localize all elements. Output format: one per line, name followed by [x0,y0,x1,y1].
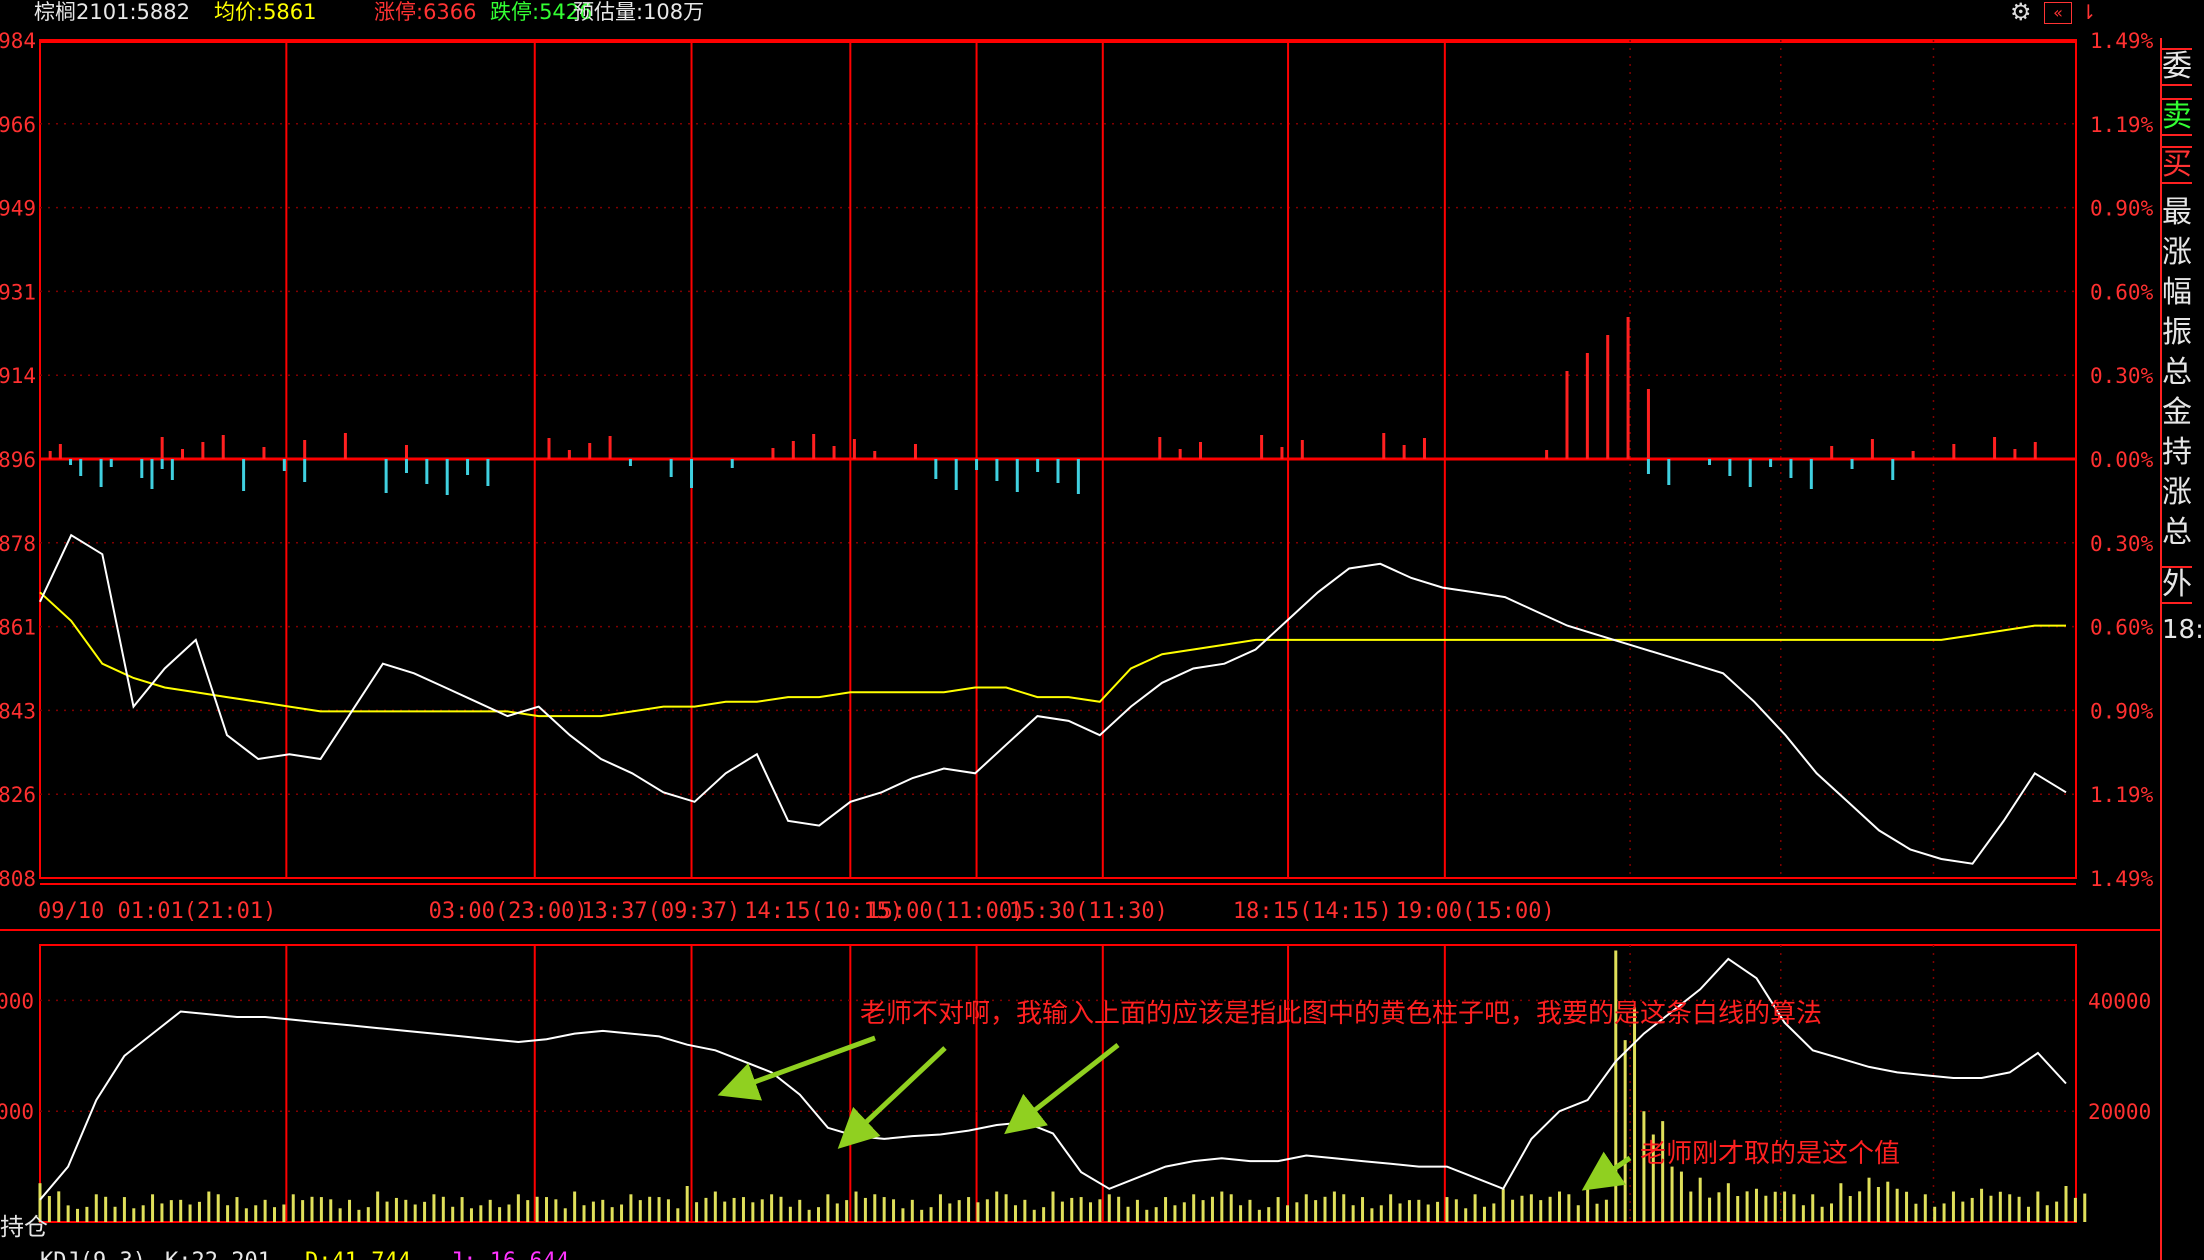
percent-axis-tick-right: 0.30% [2090,364,2154,388]
average-price-line [39,591,2066,718]
price-axis-tick-left: 984 [0,29,36,53]
buy-pressure-bars [48,317,2037,459]
kdj-j-value: J:-16.644 [450,1249,569,1260]
price-axis-tick-left: 896 [0,448,36,472]
side-panel-time: 18: [2162,615,2204,645]
side-panel-item[interactable]: 幅 [2162,276,2192,310]
side-panel-item[interactable]: 总 [2162,516,2192,550]
percent-axis-tick-right: 0.90% [2090,197,2154,221]
side-panel-item[interactable]: 振 [2162,316,2192,350]
percent-axis-tick-right: 1.49% [2090,867,2154,891]
price-axis-tick-left: 808 [0,867,36,891]
percent-axis-tick-right: 1.19% [2090,113,2154,137]
time-axis-label: 03:00(23:00) [429,899,588,924]
time-axis-label: 19:00(15:00) [1396,899,1555,924]
time-axis-label: 13:37(09:37) [581,899,740,924]
side-panel-item[interactable]: 外 [2162,566,2192,604]
percent-axis-tick-right: 0.60% [2090,280,2154,304]
sell-pressure-bars [69,459,1895,495]
side-panel-item[interactable]: 涨 [2162,476,2192,510]
annotation-arrow [717,1035,876,1101]
indicator-panel-frame [39,944,2077,1223]
kdj-label: KDJ(9,3) [40,1249,146,1260]
annotation-text-second: 老师刚才取的是这个值 [1640,1139,1900,1169]
price-axis-tick-left: 931 [0,280,36,304]
price-axis-tick-left: 861 [0,616,36,640]
percent-axis-tick-right: 0.90% [2090,699,2154,723]
percent-axis-tick-right: 0.00% [2090,448,2154,472]
indicator-axis-tick-right: 20000 [2088,1100,2151,1124]
percent-axis-tick-right: 0.60% [2090,616,2154,640]
percent-axis-tick-right: 0.30% [2090,532,2154,556]
open-interest-label: 持仓 [0,1213,48,1241]
intraday-chart: 984 1.49% 966 1.19% 949 0.90% 931 0.60% 914 0.30%… [0,29,2160,1260]
side-panel-item[interactable]: 金 [2162,396,2192,430]
percent-axis-tick-right: 1.49% [2090,29,2154,53]
side-panel-border [2160,38,2162,1260]
time-axis-label: 18:15(14:15) [1233,899,1392,924]
price-axis-tick-left: 914 [0,364,36,388]
annotation-arrow [837,1046,947,1149]
kdj-k-value: K:22.201 [165,1249,271,1260]
time-axis-label: 15:30(11:30) [1009,899,1168,924]
kdj-d-value: D:41.744 [305,1249,411,1260]
time-axis-label: 15:00(11:00) [866,899,1025,924]
price-axis-tick-left: 949 [0,197,36,221]
side-panel-item[interactable]: 买 [2162,146,2192,184]
price-line [39,533,2067,865]
annotation-text-main: 老师不对啊，我输入上面的应该是指此图中的黄色柱子吧，我要的是这条白线的算法 [860,999,1822,1029]
side-panel-item[interactable]: 委 [2162,48,2192,86]
price-axis-tick-left: 843 [0,699,36,723]
indicator-axis-tick-left: 40000 [0,989,34,1013]
indicator-axis-tick-left: 20000 [0,1100,34,1124]
indicator-axis-tick-right: 40000 [2088,989,2151,1013]
quote-side-panel: 委卖买最涨幅振总金持涨总外 18: [2160,38,2204,1260]
price-axis-tick-left: 826 [0,783,36,807]
side-panel-item[interactable]: 卖 [2162,98,2192,136]
percent-axis-tick-right: 1.19% [2090,783,2154,807]
price-axis-tick-left: 966 [0,113,36,137]
side-panel-item[interactable]: 最 [2162,196,2192,230]
side-panel-item[interactable]: 持 [2162,436,2192,470]
side-panel-item[interactable]: 涨 [2162,236,2192,270]
time-axis-label: 09/10 01:01(21:01) [38,899,276,924]
side-panel-item[interactable]: 总 [2162,356,2192,390]
price-axis-tick-left: 878 [0,532,36,556]
